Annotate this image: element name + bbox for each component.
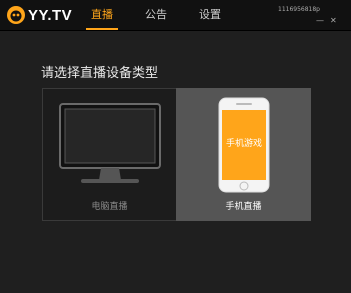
minimize-button[interactable]: — [316, 17, 324, 25]
tab-settings-label: 设置 [199, 8, 221, 21]
monitor-icon [59, 103, 161, 183]
tab-settings[interactable]: 设置 [194, 0, 226, 30]
title-bar: YY.TV 直播 公告 设置 1116956818p — ✕ [0, 0, 351, 31]
mobile-live-label: 手机直播 [225, 202, 262, 212]
phone-screen-text: 手机游戏 [225, 139, 262, 149]
logo-text: YY.TV [28, 6, 73, 24]
tab-live-label: 直播 [91, 8, 113, 21]
window-controls: — ✕ [316, 17, 337, 25]
tab-live[interactable]: 直播 [86, 0, 118, 30]
pc-live-option[interactable]: 电脑直播 [42, 88, 177, 221]
page-title: 请选择直播设备类型 [41, 66, 159, 81]
mobile-live-option[interactable]: 手机游戏 手机直播 [176, 88, 311, 221]
yy-logo-icon [7, 6, 25, 24]
close-button[interactable]: ✕ [330, 17, 337, 25]
user-id: 1116956818p [278, 6, 320, 13]
app-logo: YY.TV [6, 4, 72, 26]
pc-live-label: 电脑直播 [91, 202, 128, 212]
active-tab-indicator [86, 28, 118, 30]
tab-announcements-label: 公告 [145, 8, 167, 21]
tab-announcements[interactable]: 公告 [140, 0, 172, 30]
